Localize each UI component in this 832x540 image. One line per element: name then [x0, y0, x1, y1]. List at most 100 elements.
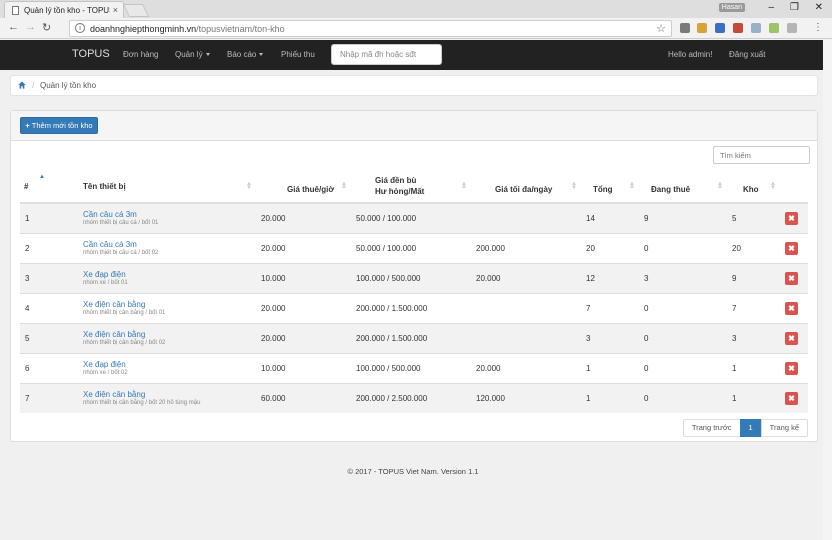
device-name-link[interactable]: Xe điện cân bằng	[83, 300, 251, 309]
extension-icon[interactable]	[769, 23, 779, 33]
user-greeting[interactable]: Hello admin!	[668, 50, 712, 59]
nav-manage[interactable]: Quản lý	[175, 50, 210, 59]
logout-link[interactable]: Đăng xuất	[729, 50, 765, 59]
cell-max-day: 120.000	[471, 382, 581, 413]
device-name-link[interactable]: Cần câu cá 3m	[83, 210, 251, 219]
cell-name: Xe điện cân bằng nhóm thiết bị cân bằng /…	[49, 292, 256, 323]
caret-down-icon	[205, 53, 210, 57]
cell-rent: 20.000	[256, 232, 351, 263]
info-icon[interactable]: i	[75, 23, 85, 33]
nav-orders[interactable]: Đơn hàng	[123, 50, 159, 59]
cell-name: Xe đạp điện nhóm xe / bốt 01	[49, 262, 256, 293]
sort-icon: ▲ ▼	[717, 181, 723, 191]
col-max-day[interactable]: Giá tối đa/ngày ▲ ▼	[471, 170, 581, 204]
restore-icon[interactable]: ❐	[790, 2, 799, 13]
url-text: doanhnghiepthongminh.vn/topusvietnam/ton…	[90, 24, 285, 34]
home-icon[interactable]	[18, 81, 26, 89]
table-row: 1 Cần câu cá 3m nhóm thiết bị câu cá / bố…	[20, 202, 808, 233]
sort-icon: ▲ ▼	[571, 181, 577, 191]
delete-icon[interactable]: ✖	[785, 211, 798, 225]
device-name-link[interactable]: Xe đạp điện	[83, 270, 251, 279]
delete-icon[interactable]: ✖	[785, 271, 798, 285]
extension-icon[interactable]	[680, 23, 690, 33]
minimize-icon[interactable]: –	[768, 2, 774, 13]
device-group: nhóm xe / bốt 01	[83, 280, 128, 286]
extension-icon[interactable]	[715, 23, 725, 33]
cell-stock: 20	[727, 232, 780, 263]
extension-icon[interactable]	[751, 23, 761, 33]
cell-max-day: 200.000	[471, 232, 581, 263]
new-tab-button[interactable]	[122, 4, 150, 17]
window-close-icon[interactable]: ✕	[815, 2, 823, 13]
add-inventory-button[interactable]: + Thêm mới tồn kho	[20, 117, 98, 134]
inventory-panel: +Thêm mới tồn kho #▲ Tên thiết bị▲▼ Giá …	[10, 110, 818, 442]
nav-reports[interactable]: Báo cáo	[227, 50, 264, 59]
browser-tab[interactable]: Quản lý tồn kho - TOPUS ×	[4, 1, 124, 18]
delete-icon[interactable]: ✖	[785, 391, 798, 405]
col-comp-label-2: Hư hỏng/Mất	[375, 187, 425, 196]
device-name-link[interactable]: Xe đạp điện	[83, 360, 251, 369]
delete-icon[interactable]: ✖	[785, 331, 798, 345]
scroll-up-icon[interactable]	[824, 54, 831, 61]
next-page-button[interactable]: Trang kế	[760, 419, 808, 437]
page-1-button[interactable]: 1	[739, 419, 762, 437]
col-compensation[interactable]: Giá đền bù Hư hỏng/Mất ▲ ▼	[351, 170, 471, 204]
breadcrumb-separator: /	[32, 81, 35, 90]
delete-icon[interactable]: ✖	[785, 241, 798, 255]
browser-tab-strip: Quản lý tồn kho - TOPUS × Hasan – ❐ ✕	[0, 0, 832, 18]
cell-max-day	[471, 202, 581, 233]
cell-total: 14	[581, 202, 639, 233]
extension-icon[interactable]	[733, 23, 743, 33]
table-search-input[interactable]	[713, 146, 810, 164]
device-name-link[interactable]: Xe điện cân bằng	[83, 390, 251, 399]
browser-menu-icon[interactable]: ⋮	[813, 22, 823, 33]
forward-icon[interactable]: →	[25, 21, 36, 33]
cell-index: 3	[20, 262, 49, 293]
plus-icon: +	[25, 121, 30, 130]
col-name[interactable]: Tên thiết bị ▲ ▼	[49, 170, 256, 204]
col-name-label: Tên thiết bị	[83, 181, 126, 191]
cell-rent: 20.000	[256, 202, 351, 233]
address-bar[interactable]: i doanhnghiepthongminh.vn/topusvietnam/t…	[69, 20, 672, 37]
cell-actions: ✖	[780, 202, 808, 233]
col-total[interactable]: Tổng ▲ ▼	[581, 170, 639, 204]
col-index[interactable]: # ▲	[20, 170, 49, 204]
pagination: Trang trước 1 Trang kế	[682, 419, 808, 437]
col-total-label: Tổng	[593, 184, 613, 194]
cell-compensation: 200.000 / 1.500.000	[351, 322, 471, 353]
extension-icon[interactable]	[787, 23, 797, 33]
device-name-link[interactable]: Xe điện cân bằng	[83, 330, 251, 339]
col-renting-label: Đang thuê	[651, 184, 691, 194]
app-navbar: TOPUS Đơn hàng Quản lý Báo cáo Phiếu thu…	[0, 40, 832, 70]
cell-renting: 9	[639, 202, 727, 233]
bookmark-star-icon[interactable]: ☆	[656, 22, 666, 35]
cell-stock: 1	[727, 352, 780, 383]
browser-user-chip[interactable]: Hasan	[718, 3, 745, 12]
col-renting[interactable]: Đang thuê ▲ ▼	[639, 170, 727, 204]
inventory-table-body: 1 Cần câu cá 3m nhóm thiết bị câu cá / bố…	[20, 202, 808, 413]
col-rent[interactable]: Giá thuê/giờ ▲ ▼	[256, 170, 351, 204]
cell-actions: ✖	[780, 292, 808, 323]
cell-max-day: 20.000	[471, 262, 581, 293]
cell-max-day: 20.000	[471, 352, 581, 383]
delete-icon[interactable]: ✖	[785, 301, 798, 315]
order-search-input[interactable]	[331, 44, 442, 65]
page-scrollbar[interactable]	[823, 40, 832, 540]
delete-icon[interactable]: ✖	[785, 361, 798, 375]
url-path: /topusvietnam/ton-kho	[196, 24, 285, 34]
close-tab-icon[interactable]: ×	[113, 5, 118, 15]
cell-renting: 3	[639, 262, 727, 293]
brand-logo[interactable]: TOPUS	[72, 48, 110, 60]
url-host: doanhnghiepthongminh.vn	[90, 24, 197, 34]
extension-icon[interactable]	[697, 23, 707, 33]
col-actions	[780, 170, 808, 204]
reload-icon[interactable]: ↻	[42, 21, 51, 34]
device-name-link[interactable]: Cần câu cá 3m	[83, 240, 251, 249]
cell-rent: 10.000	[256, 352, 351, 383]
col-stock[interactable]: Kho ▲ ▼	[727, 170, 780, 204]
device-group: nhóm thiết bị cân bằng / bốt 20 hồ tùng …	[83, 400, 201, 407]
nav-receipts[interactable]: Phiếu thu	[281, 50, 315, 59]
back-icon[interactable]: ←	[8, 21, 19, 33]
col-comp-label-1: Giá đền bù	[375, 176, 417, 185]
prev-page-button[interactable]: Trang trước	[682, 419, 741, 437]
